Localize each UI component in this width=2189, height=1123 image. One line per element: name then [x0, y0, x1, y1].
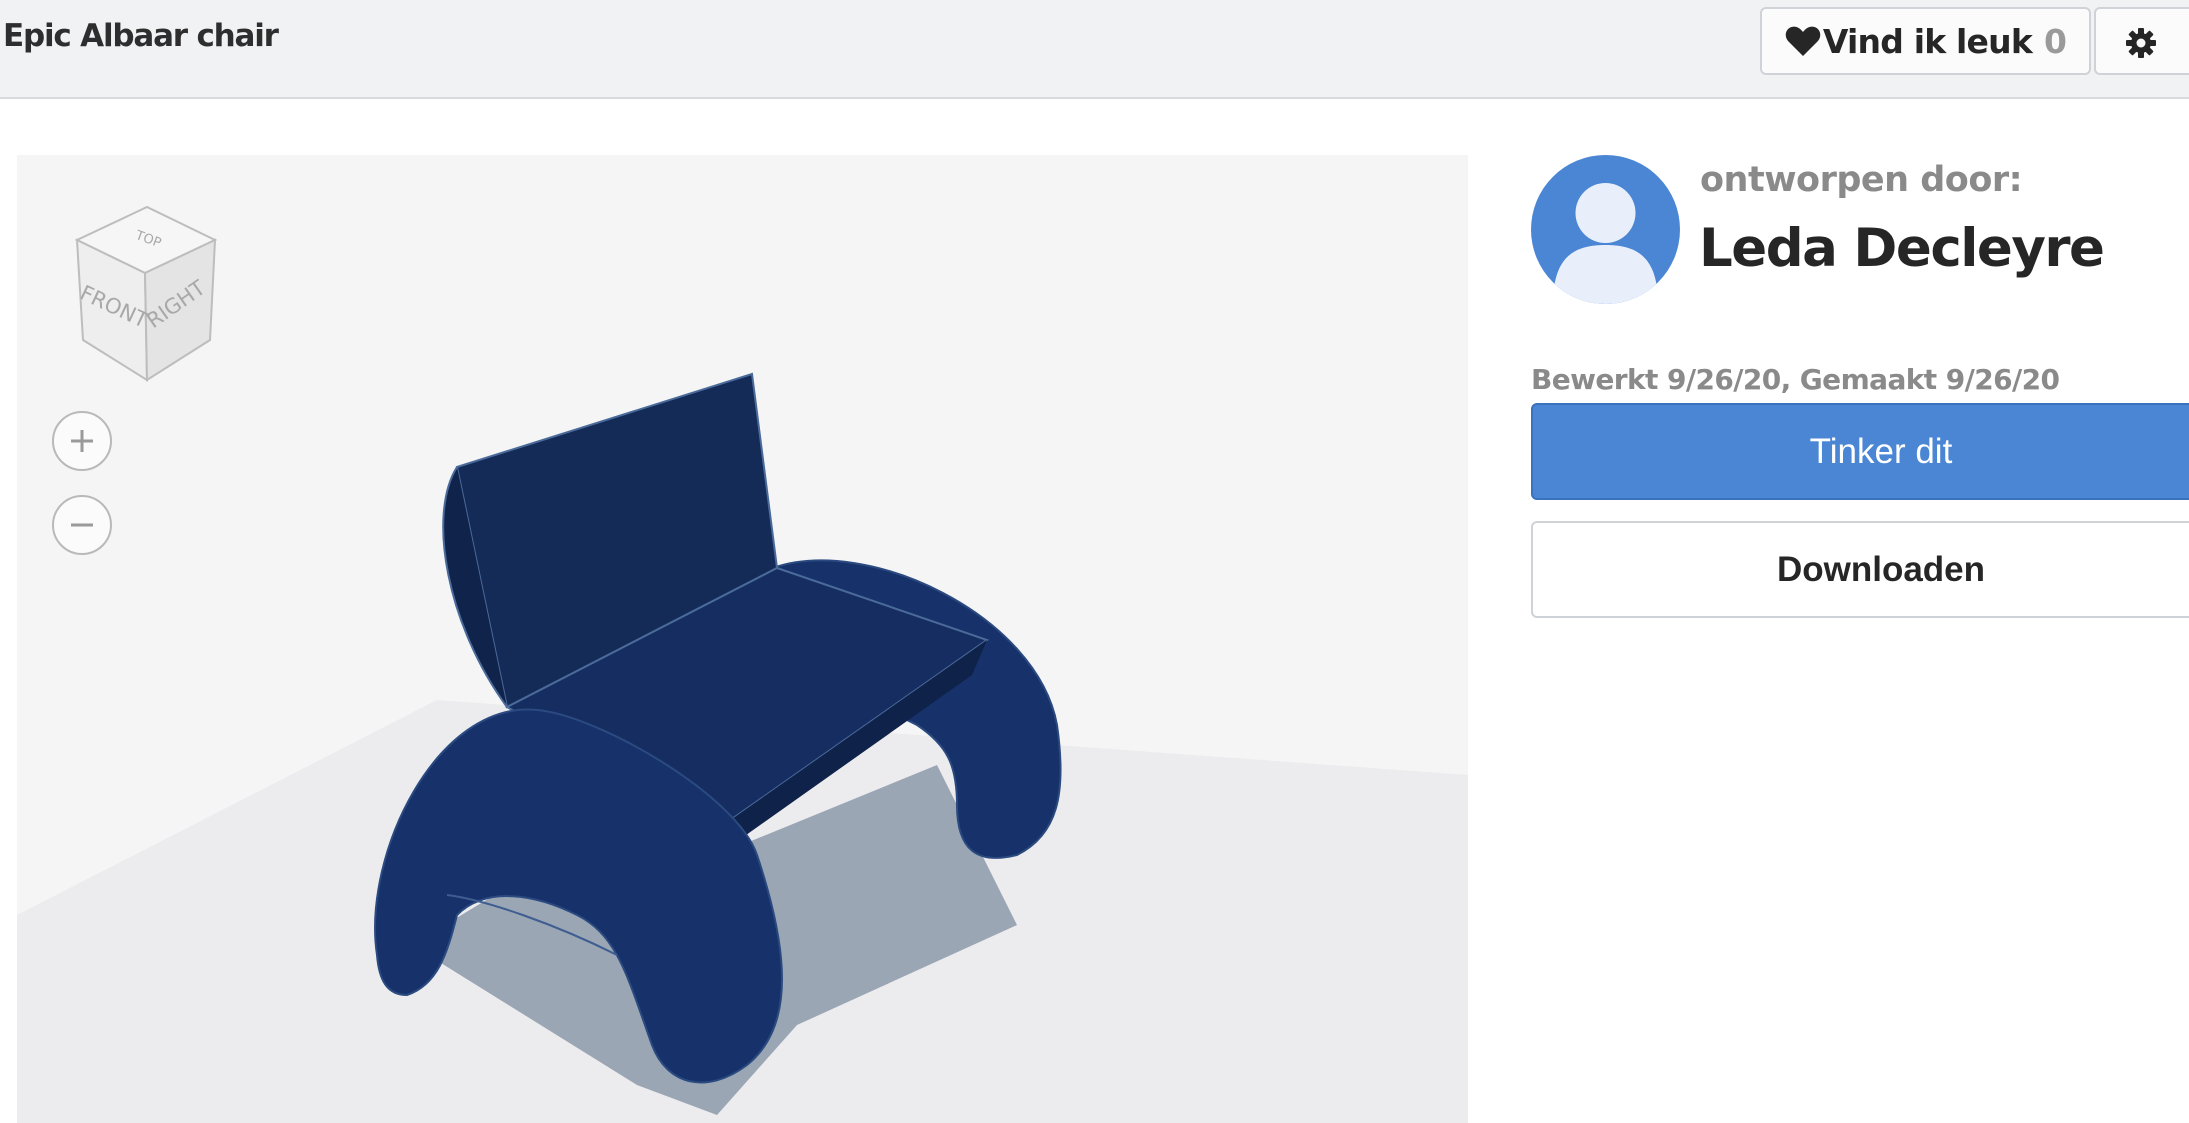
download-label: Downloaden: [1776, 550, 1986, 589]
view-cube[interactable]: TOP FRONT RIGHT: [55, 205, 225, 385]
heart-icon: [1785, 26, 1821, 56]
minus-icon: [71, 523, 93, 527]
avatar[interactable]: [1531, 155, 1680, 304]
zoom-in-button[interactable]: [52, 411, 112, 471]
download-button[interactable]: Downloaden: [1531, 521, 2189, 618]
plus-icon: [71, 430, 93, 452]
tinker-label: Tinker dit: [1809, 432, 1953, 471]
zoom-out-button[interactable]: [52, 495, 112, 555]
like-button[interactable]: Vind ik leuk 0: [1760, 7, 2091, 75]
designed-by-label: ontworpen door:: [1700, 160, 2023, 200]
author-name[interactable]: Leda Decleyre: [1699, 218, 2105, 279]
settings-button[interactable]: [2094, 7, 2189, 75]
like-count: 0: [2043, 21, 2067, 61]
tinker-button[interactable]: Tinker dit: [1531, 403, 2189, 500]
like-label: Vind ik leuk: [1822, 21, 2033, 61]
model-viewer[interactable]: TOP FRONT RIGHT: [17, 155, 1468, 1123]
user-icon: [1553, 183, 1658, 304]
top-bar: Epic Albaar chair Vind ik leuk 0: [0, 0, 2189, 99]
edit-dates: Bewerkt 9/26/20, Gemaakt 9/26/20: [1531, 363, 2060, 396]
page-title: Epic Albaar chair: [3, 18, 279, 54]
gear-icon: [2126, 28, 2156, 58]
